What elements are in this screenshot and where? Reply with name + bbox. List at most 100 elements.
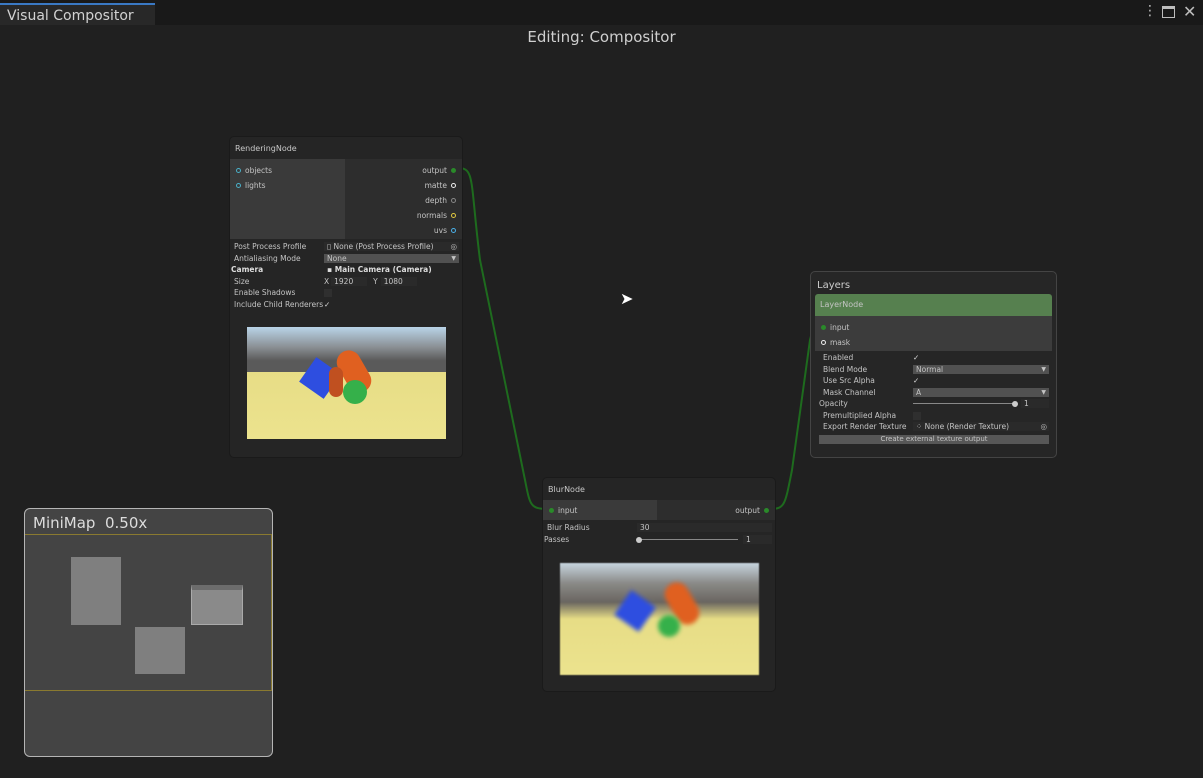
port-label: input: [558, 506, 578, 515]
label: Post Process Profile: [234, 242, 307, 251]
label: Size: [234, 276, 250, 286]
port-objects[interactable]: objects: [230, 163, 345, 178]
antialiasing-dropdown[interactable]: None: [324, 253, 459, 263]
output-ports: output matte depth normals uvs: [345, 159, 462, 239]
object-picker-icon[interactable]: ◎: [1040, 421, 1047, 433]
port-dot-icon: [451, 198, 456, 203]
blur-preview-image: [560, 563, 759, 675]
node-title: BlurNode: [548, 485, 585, 494]
input-ports: objects lights: [230, 159, 345, 239]
slider-handle[interactable]: [636, 536, 642, 543]
port-label: depth: [425, 196, 447, 205]
value: Normal: [916, 364, 944, 374]
port-output[interactable]: output: [657, 503, 775, 518]
create-external-texture-button[interactable]: Create external texture output: [819, 434, 1049, 444]
port-dot-icon: [451, 213, 456, 218]
layers-panel[interactable]: Layers LayerNode input mask Enabled ✓ Ble…: [810, 271, 1057, 458]
value: None (Post Process Profile): [333, 242, 434, 251]
object-picker-icon[interactable]: ◎: [450, 241, 457, 253]
minimap[interactable]: MiniMap 0.50x: [24, 508, 273, 757]
size-x-field[interactable]: 1920: [331, 276, 368, 286]
port-output[interactable]: output: [345, 163, 462, 178]
port-label: input: [830, 323, 850, 332]
mask-channel-dropdown[interactable]: A: [913, 387, 1049, 397]
port-dot-icon: [451, 168, 456, 173]
port-label: output: [422, 166, 447, 175]
export-render-texture-field[interactable]: ⁘ None (Render Texture): [913, 422, 1049, 431]
passes-slider[interactable]: [636, 534, 738, 546]
layers-title: Layers: [817, 280, 851, 291]
blend-mode-dropdown[interactable]: Normal: [913, 364, 1049, 374]
passes-field[interactable]: 1: [743, 534, 772, 544]
minimap-layers-node: [191, 585, 243, 625]
mouse-cursor-icon: ➤: [620, 289, 634, 308]
value: None: [327, 253, 347, 263]
opacity-slider[interactable]: [913, 398, 1018, 410]
port-dot-icon: [549, 508, 554, 513]
port-label: lights: [245, 181, 266, 190]
port-label: objects: [245, 166, 273, 175]
label: Blend Mode: [823, 364, 868, 374]
port-normals[interactable]: normals: [345, 208, 462, 223]
post-process-profile-field[interactable]: ▯ None (Post Process Profile): [324, 242, 459, 251]
layer-node-header[interactable]: LayerNode: [815, 294, 1052, 316]
label: Antialiasing Mode: [234, 253, 301, 263]
label: Premultiplied Alpha: [823, 410, 897, 420]
label: Mask Channel: [823, 387, 876, 397]
port-label: output: [735, 506, 760, 515]
port-matte[interactable]: matte: [345, 178, 462, 193]
node-title: RenderingNode: [235, 144, 297, 153]
port-dot-icon: [236, 183, 241, 188]
chevron-down-icon: ▼: [1041, 365, 1046, 373]
port-dot-icon: [236, 168, 241, 173]
minimap-label: MiniMap 0.50x: [25, 509, 272, 535]
include-child-renderers-checkbox[interactable]: ✓: [324, 299, 330, 311]
y-label: Y: [373, 276, 378, 286]
wire-render-to-blur: [457, 167, 549, 510]
camera-field[interactable]: ▪ Main Camera (Camera): [324, 265, 459, 274]
render-preview-image: [247, 327, 446, 439]
slider-handle[interactable]: [1012, 401, 1018, 407]
minimap-blur-node: [135, 627, 185, 674]
label: Use Src Alpha: [823, 376, 875, 385]
port-label: normals: [416, 211, 447, 220]
port-mask[interactable]: mask: [815, 335, 1052, 350]
port-dot-icon: [451, 183, 456, 188]
port-dot-icon: [451, 228, 456, 233]
label: Opacity: [819, 399, 848, 408]
port-dot-icon: [764, 508, 769, 513]
enabled-checkbox[interactable]: ✓: [913, 352, 919, 364]
label: Camera: [231, 265, 264, 274]
blur-node[interactable]: BlurNode input output Blur Radius 30 Pass…: [542, 477, 776, 692]
label: Passes: [544, 534, 570, 544]
label: Enable Shadows: [234, 288, 296, 297]
label: Enabled: [823, 353, 854, 362]
label: Export Render Texture: [823, 422, 907, 431]
chevron-down-icon: ▼: [451, 254, 456, 262]
port-input[interactable]: input: [543, 503, 657, 518]
value: None (Render Texture): [924, 422, 1010, 431]
chevron-down-icon: ▼: [1041, 388, 1046, 396]
use-src-alpha-checkbox[interactable]: ✓: [913, 375, 919, 387]
port-depth[interactable]: depth: [345, 193, 462, 208]
port-dot-icon: [821, 325, 826, 330]
enable-shadows-checkbox[interactable]: [324, 289, 332, 297]
label: Include Child Renderers: [234, 299, 324, 309]
premultiplied-alpha-checkbox[interactable]: [913, 411, 921, 420]
minimap-rendering-node: [71, 557, 121, 625]
port-label: mask: [830, 338, 851, 347]
rendering-node[interactable]: RenderingNode objects lights output matt…: [229, 136, 463, 458]
label: Blur Radius: [547, 523, 590, 532]
x-label: X: [324, 276, 330, 286]
value: A: [916, 387, 922, 397]
value: Main Camera (Camera): [334, 265, 432, 274]
port-label: uvs: [433, 226, 447, 235]
blur-radius-field[interactable]: 30: [637, 523, 772, 532]
port-uvs[interactable]: uvs: [345, 223, 462, 238]
port-dot-icon: [821, 340, 826, 345]
size-y-field[interactable]: 1080: [380, 276, 417, 286]
port-label: matte: [424, 181, 447, 190]
opacity-field[interactable]: 1: [1021, 399, 1049, 408]
port-lights[interactable]: lights: [230, 178, 345, 193]
port-input[interactable]: input: [815, 320, 1052, 335]
